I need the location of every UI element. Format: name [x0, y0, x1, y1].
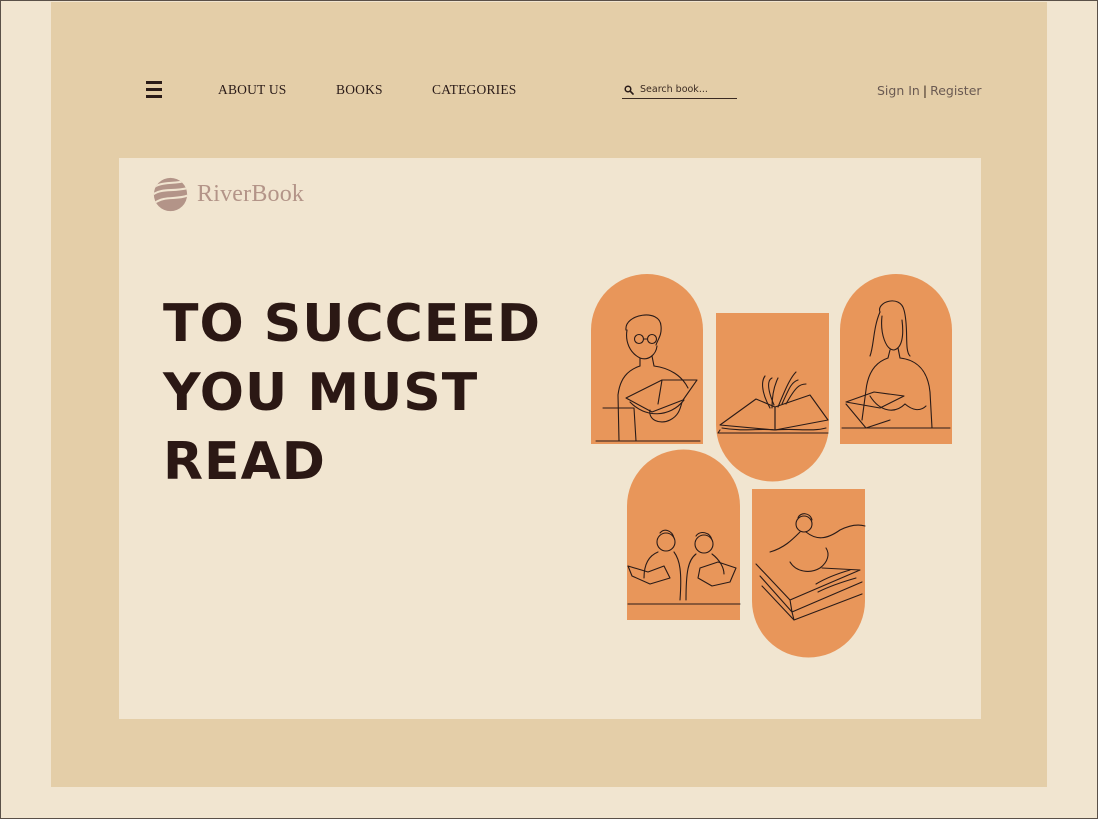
brand-logo[interactable]: RiverBook	[152, 176, 304, 213]
nav-link-categories[interactable]: CATEGORIES	[432, 82, 517, 98]
search-icon[interactable]	[624, 84, 634, 95]
headline-line-1: TO SUCCEED	[163, 294, 541, 354]
brand-name: RiverBook	[197, 181, 305, 207]
search-bar[interactable]	[622, 81, 737, 99]
auth-links: Sign In | Register	[877, 83, 982, 98]
nav-link-about-us[interactable]: ABOUT US	[218, 82, 287, 98]
hero-headline: TO SUCCEED YOU MUST READ	[163, 290, 541, 497]
river-wave-logo-icon	[153, 177, 188, 212]
hamburger-menu-icon[interactable]	[146, 81, 162, 99]
headline-line-2: YOU MUST	[163, 363, 479, 423]
sign-in-link[interactable]: Sign In	[877, 83, 920, 98]
headline-line-3: READ	[163, 432, 326, 492]
search-input[interactable]	[640, 84, 732, 95]
register-link[interactable]: Register	[930, 83, 981, 98]
auth-separator: |	[922, 83, 928, 98]
nav-link-books[interactable]: BOOKS	[336, 82, 383, 98]
